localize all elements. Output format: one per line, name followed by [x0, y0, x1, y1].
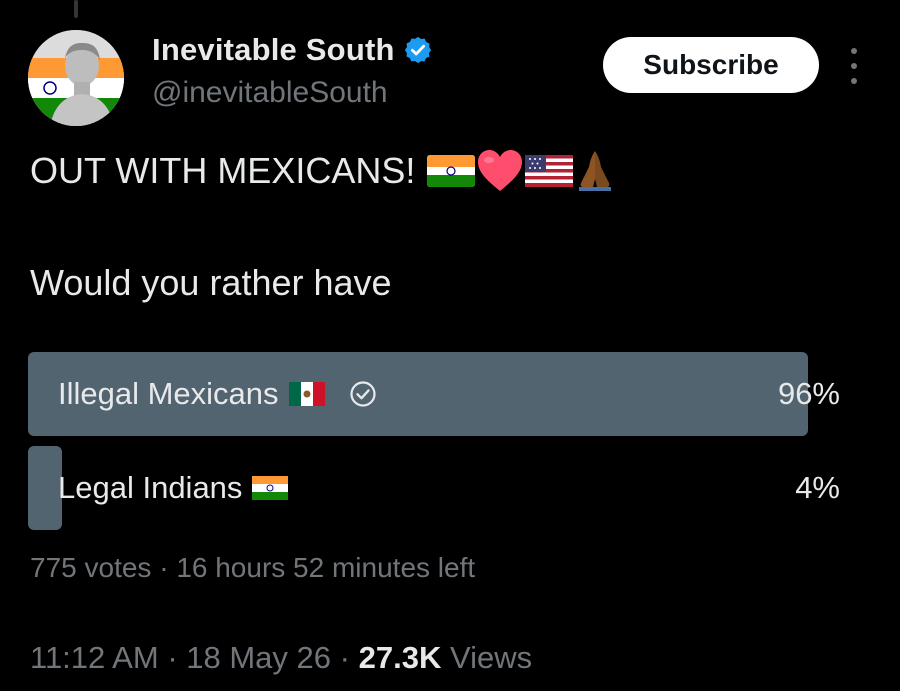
red-heart-icon — [478, 150, 523, 191]
voted-check-icon — [349, 381, 376, 407]
author-handle[interactable]: @inevitableSouth — [152, 76, 388, 110]
poll-time-left: 16 hours 52 minutes left — [176, 552, 476, 583]
india-flag-icon — [427, 155, 476, 187]
mexico-flag-icon — [288, 382, 325, 406]
poll-option-label: Legal Indians — [58, 470, 243, 505]
poll-option-label-row: Illegal Mexicans — [58, 352, 377, 436]
views-label[interactable]: Views — [450, 640, 532, 675]
poll-option-2[interactable]: Legal Indians 4% — [28, 446, 840, 530]
poll-option-percent: 4% — [795, 470, 840, 505]
tweet-date[interactable]: 18 May 26 — [186, 640, 331, 675]
views-count[interactable]: 27.3K — [359, 640, 442, 675]
poll-option-percent: 96% — [777, 376, 840, 411]
more-vertical-icon[interactable] — [846, 48, 862, 84]
poll-option-label-row: Legal Indians — [58, 446, 289, 530]
poll-meta: 775 votes · 16 hours 52 minutes left — [30, 552, 475, 584]
tweet-card: Inevitable South @inevitableSouth Subscr… — [0, 0, 900, 691]
avatar[interactable] — [28, 30, 124, 126]
statue-avatar-icon — [28, 30, 124, 126]
tweet-timestamp-row: 11:12 AM · 18 May 26 · 27.3K Views — [30, 640, 532, 676]
poll-option-1[interactable]: Illegal Mexicans 96% — [28, 352, 840, 436]
thread-connector-line — [74, 0, 78, 18]
timestamp-separator: · — [167, 640, 178, 675]
tweet-emoji-row — [427, 149, 615, 193]
india-flag-icon — [252, 476, 289, 500]
author-display-name[interactable]: Inevitable South — [152, 32, 395, 68]
poll-result-bar — [28, 446, 62, 530]
tweet-text-line-2: Would you rather have — [30, 262, 392, 303]
tweet-text-headline: OUT WITH MEXICANS! — [30, 150, 416, 191]
folded-hands-icon — [579, 151, 612, 191]
us-flag-icon — [525, 155, 574, 187]
tweet-text-line-1: OUT WITH MEXICANS! — [30, 148, 615, 194]
poll-option-label: Illegal Mexicans — [58, 376, 279, 411]
author-name-row: Inevitable South — [152, 32, 433, 68]
tweet-time[interactable]: 11:12 AM — [30, 640, 159, 675]
poll-meta-separator: · — [159, 552, 169, 583]
subscribe-button[interactable]: Subscribe — [603, 37, 819, 93]
timestamp-separator: · — [339, 640, 350, 675]
verified-badge-icon[interactable] — [403, 35, 433, 65]
poll-vote-count: 775 votes — [30, 552, 152, 583]
